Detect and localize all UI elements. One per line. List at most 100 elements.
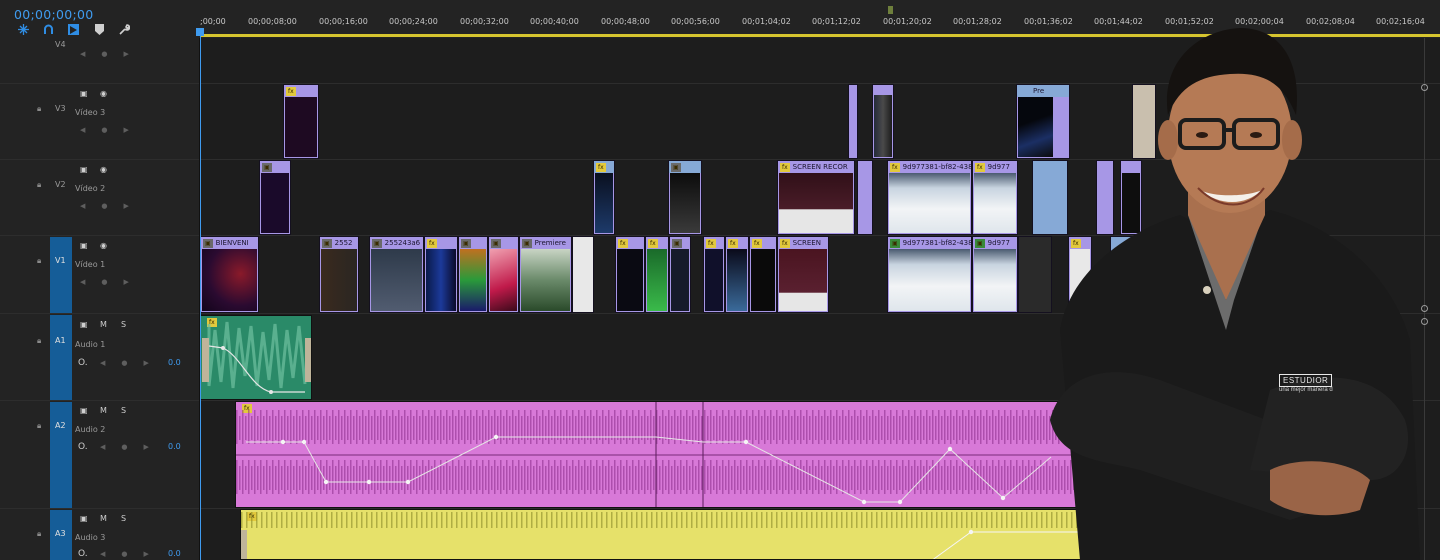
lock-icon[interactable]: 🔒︎ [37,421,41,431]
video-clip[interactable]: ▣ [488,236,519,313]
mic-icon[interactable]: ▣ [80,320,88,329]
video-clip[interactable]: fx [645,236,669,313]
track-id[interactable]: V4 [55,40,66,49]
video-clip[interactable]: ▣ [259,160,291,235]
video-clip[interactable]: fx [424,236,458,313]
keyframe-nav[interactable]: ◀●▶ [80,126,145,134]
fx-badge: fx [427,238,437,248]
track-id[interactable]: V2 [55,180,66,189]
track-header-v1: 🔒︎ V1 ▣ ◉ Vídeo 1 ◀●▶ [0,236,200,314]
lock-icon[interactable]: 🔒︎ [37,256,41,266]
track-target[interactable] [50,237,72,313]
video-clip[interactable]: fx 9d977381-bf82-438 [887,160,972,235]
mute-button[interactable]: M [100,514,107,523]
track-name: Audio 2 [75,425,106,434]
ruler-tick: 00;01;12;02 [812,17,861,26]
track-id[interactable]: V1 [55,256,66,265]
video-clip[interactable]: ▣ [669,236,691,313]
playhead-timecode[interactable]: 00;00;00;00 [14,7,94,22]
video-clip[interactable] [857,160,873,235]
eye-icon[interactable]: ◉ [100,89,107,98]
wrench-icon[interactable] [119,24,131,39]
video-clip[interactable]: fx [593,160,615,235]
audio-clip[interactable]: fx [240,509,1100,560]
clip-label: Premiere [534,239,566,247]
clip-label: 2552 [334,239,353,247]
volume-level[interactable]: 0.0 [168,442,181,451]
solo-button[interactable]: S [121,514,126,523]
track-name: Vídeo 2 [75,184,106,193]
keyframe-nav[interactable]: ◀●▶ [80,50,145,58]
track-id[interactable]: A3 [55,529,66,538]
solo-button[interactable]: S [121,320,126,329]
keyframe-nav[interactable]: ◀●▶ [80,278,145,286]
track-id[interactable]: V3 [55,104,66,113]
fx-badge: fx [752,238,762,248]
track-header-v4: V4 ◀●▶ [0,38,200,84]
camera-icon[interactable]: ▣ [80,89,88,98]
volume-knob[interactable]: O. [78,442,88,452]
fx-badge: fx [780,162,790,172]
clip-icon: ▣ [491,238,501,248]
keyframe-nav[interactable]: ◀●▶ [100,550,165,558]
ruler-tick: 00;00;16;00 [319,17,368,26]
keyframe-nav[interactable]: ◀●▶ [80,202,145,210]
video-clip[interactable]: ▣ 255243a6 [369,236,424,313]
fx-badge: fx [706,238,716,248]
track-target[interactable] [50,315,72,400]
video-clip[interactable]: ▣ 2552 [319,236,359,313]
video-clip[interactable]: fx [749,236,777,313]
mute-button[interactable]: M [100,406,107,415]
video-clip[interactable]: fx 9d977 [972,160,1018,235]
video-clip[interactable]: ▣ 9d977381-bf82-438 [887,236,972,313]
audio-clip[interactable]: fx [200,315,312,400]
volume-knob[interactable]: O. [78,549,88,559]
video-clip[interactable]: ▣ Premiere [519,236,572,313]
video-clip[interactable]: ▣ 9d977 [972,236,1018,313]
logo-line1: ESTUDIOR [1279,374,1333,387]
lock-icon[interactable]: 🔒︎ [37,529,41,539]
volume-level[interactable]: 0.0 [168,549,181,558]
track-target[interactable] [50,402,72,508]
magnet-icon[interactable] [43,24,54,39]
volume-level[interactable]: 0.0 [168,358,181,367]
keyframe-nav[interactable]: ◀●▶ [100,359,165,367]
video-clip[interactable]: ▣ [668,160,702,235]
camera-icon[interactable]: ▣ [80,165,88,174]
mic-icon[interactable]: ▣ [80,514,88,523]
fx-badge: fx [648,238,658,248]
audio-clip[interactable]: fx [235,401,1095,508]
insert-icon[interactable] [68,24,79,39]
timeline-marker[interactable] [888,6,893,14]
lock-icon[interactable]: 🔒︎ [37,104,41,114]
snap-icon[interactable] [18,24,29,39]
solo-button[interactable]: S [121,406,126,415]
playhead-handle[interactable] [196,28,204,36]
mute-button[interactable]: M [100,320,107,329]
keyframe-nav[interactable]: ◀●▶ [100,443,165,451]
volume-knob[interactable]: O. [78,358,88,368]
eye-icon[interactable]: ◉ [100,165,107,174]
video-clip[interactable]: fx [703,236,725,313]
video-clip[interactable]: fx [283,84,319,159]
video-clip[interactable] [572,236,594,313]
video-clip[interactable] [872,84,894,159]
video-clip[interactable]: fx SCREEN [777,236,829,313]
marker-icon[interactable] [95,24,104,39]
lock-icon[interactable]: 🔒︎ [37,180,41,190]
camera-icon[interactable]: ▣ [80,241,88,250]
eye-icon[interactable]: ◉ [100,241,107,250]
mic-icon[interactable]: ▣ [80,406,88,415]
video-clip[interactable]: fx [615,236,645,313]
video-clip[interactable]: ▣ [458,236,488,313]
video-clip[interactable]: ▣ BIENVENI [200,236,259,313]
track-id[interactable]: A1 [55,336,66,345]
clip-icon: ▣ [671,162,681,172]
video-clip[interactable]: fx [725,236,749,313]
playhead-line[interactable] [200,28,201,560]
lock-icon[interactable]: 🔒︎ [37,336,41,346]
video-clip[interactable] [848,84,858,159]
track-id[interactable]: A2 [55,421,66,430]
video-clip[interactable]: fx SCREEN RECOR [777,160,855,235]
clip-label: 9d977 [987,163,1010,171]
